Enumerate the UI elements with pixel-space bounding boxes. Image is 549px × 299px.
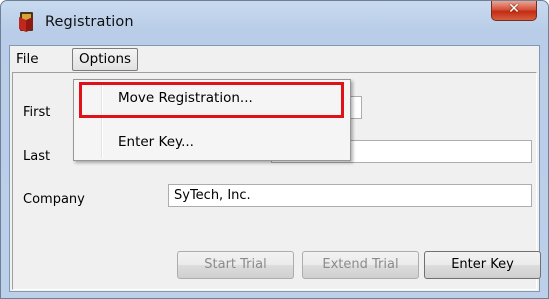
registration-window: Registration ✕ File Options First Last C…	[0, 0, 549, 299]
menu-bar: File Options	[10, 46, 539, 71]
last-name-label: Last	[23, 149, 51, 164]
annotation-highlight-box	[79, 82, 344, 118]
close-icon: ✕	[508, 1, 520, 17]
title-bar[interactable]: Registration ✕	[1, 1, 548, 43]
enter-key-button[interactable]: Enter Key	[424, 251, 541, 279]
menu-options[interactable]: Options	[72, 48, 139, 71]
menu-file[interactable]: File	[16, 50, 39, 68]
extend-trial-button[interactable]: Extend Trial	[302, 251, 419, 279]
company-field[interactable]: SyTech, Inc.	[168, 184, 532, 207]
first-name-label: First	[23, 105, 51, 120]
registration-app-icon	[19, 12, 33, 32]
company-label: Company	[23, 192, 85, 207]
window-title: Registration	[45, 14, 134, 30]
menu-item-enter-key[interactable]: Enter Key...	[118, 134, 194, 150]
close-button[interactable]: ✕	[491, 1, 537, 21]
start-trial-button[interactable]: Start Trial	[177, 251, 294, 279]
